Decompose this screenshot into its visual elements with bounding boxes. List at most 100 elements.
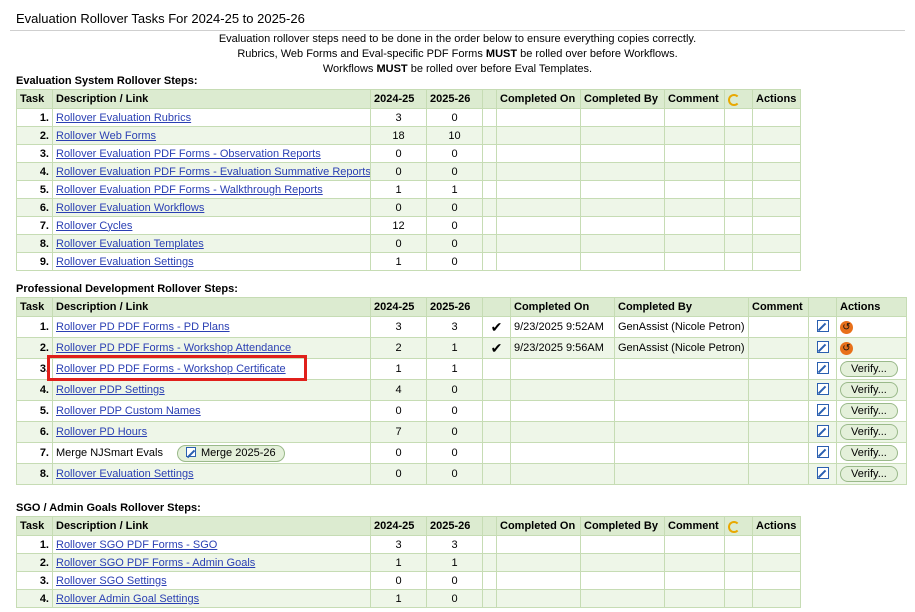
edit-comment-icon[interactable] — [816, 382, 829, 395]
rollover-link[interactable]: Rollover Evaluation PDF Forms - Observat… — [56, 148, 321, 160]
count-2024-25: 1 — [370, 553, 427, 572]
task-number: 1. — [16, 316, 53, 338]
eval-header-row: Task Description / Link 2024-25 2025-26 … — [16, 89, 801, 109]
table-row: 4. Rollover PDP Settings 4 0 Verify... — [16, 379, 907, 401]
edit-comment-icon[interactable] — [816, 403, 829, 416]
description-cell: Rollover Evaluation PDF Forms - Observat… — [52, 144, 371, 163]
col-task: Task — [16, 297, 53, 317]
undo-icon[interactable]: ↺ — [840, 320, 853, 334]
rollover-link[interactable]: Rollover SGO PDF Forms - SGO — [56, 539, 217, 551]
col-check — [482, 516, 497, 536]
count-2024-25: 3 — [370, 535, 427, 554]
table-row: 6. Rollover Evaluation Workflows 0 0 — [16, 198, 801, 217]
comment-cell — [664, 252, 725, 271]
verify-button[interactable]: Verify... — [840, 382, 898, 398]
google-cell — [724, 553, 753, 572]
google-icon — [728, 520, 740, 533]
rollover-link[interactable]: Rollover Evaluation Workflows — [56, 202, 204, 214]
google-cell — [724, 589, 753, 608]
completed-by-cell — [580, 234, 665, 253]
completed-on-cell: 9/23/2025 9:52AM — [510, 316, 615, 338]
description-cell: Rollover Evaluation PDF Forms - Evaluati… — [52, 162, 371, 181]
rollover-link[interactable]: Rollover Evaluation Settings — [56, 256, 194, 268]
edit-comment-icon[interactable] — [816, 445, 829, 458]
edit-comment-icon[interactable] — [816, 319, 829, 332]
completed-by-cell — [614, 442, 749, 464]
rollover-link[interactable]: Rollover Web Forms — [56, 130, 156, 142]
rollover-link[interactable]: Rollover PD PDF Forms - Workshop Attenda… — [56, 342, 291, 354]
table-row: 3. Rollover Evaluation PDF Forms - Observ… — [16, 144, 801, 163]
comment-cell — [748, 358, 809, 380]
rollover-link[interactable]: Rollover PD Hours — [56, 426, 147, 438]
comment-cell — [664, 198, 725, 217]
completed-by-cell — [580, 180, 665, 199]
table-row: 7. Rollover Cycles 12 0 — [16, 216, 801, 235]
rollover-link[interactable]: Rollover SGO PDF Forms - Admin Goals — [56, 557, 255, 569]
actions-cell — [752, 571, 801, 590]
rollover-link[interactable]: Rollover PD PDF Forms - PD Plans — [56, 321, 230, 333]
verify-button[interactable]: Verify... — [840, 403, 898, 419]
rollover-link[interactable]: Rollover SGO Settings — [56, 575, 167, 587]
actions-cell: Verify... — [836, 379, 907, 401]
description-cell: Rollover PD PDF Forms - Workshop Attenda… — [52, 337, 371, 359]
edit-comment-icon[interactable] — [816, 466, 829, 479]
completed-by-cell: GenAssist (Nicole Petron) — [614, 316, 749, 338]
edit-cell — [808, 316, 837, 338]
count-2024-25: 1 — [370, 589, 427, 608]
rollover-link[interactable]: Rollover Cycles — [56, 220, 132, 232]
completed-on-cell — [510, 358, 615, 380]
table-row: 8. Rollover Evaluation Settings 0 0 Verify..… — [16, 463, 907, 485]
actions-cell — [752, 144, 801, 163]
merge-button[interactable]: Merge 2025-26 — [176, 444, 285, 462]
description-cell: Rollover SGO PDF Forms - SGO — [52, 535, 371, 554]
col-completed-by: Completed By — [614, 297, 749, 317]
edit-cell — [808, 337, 837, 359]
count-2024-25: 0 — [370, 162, 427, 181]
description-cell: Rollover PD PDF Forms - PD Plans — [52, 316, 371, 338]
rollover-link[interactable]: Rollover Admin Goal Settings — [56, 593, 199, 605]
verify-button[interactable]: Verify... — [840, 445, 898, 461]
table-row: 3. Rollover PD PDF Forms - Workshop Certi… — [16, 358, 907, 380]
check-cell — [482, 198, 497, 217]
edit-comment-icon[interactable] — [816, 361, 829, 374]
check-cell — [482, 553, 497, 572]
task-number: 2. — [16, 553, 53, 572]
rollover-link[interactable]: Rollover Evaluation PDF Forms - Evaluati… — [56, 166, 370, 178]
edit-comment-icon[interactable] — [816, 340, 829, 353]
rollover-link[interactable]: Rollover Evaluation Rubrics — [56, 112, 191, 124]
completed-by-cell — [614, 400, 749, 422]
completed-on-cell: 9/23/2025 9:56AM — [510, 337, 615, 359]
rollover-link[interactable]: Rollover Evaluation Templates — [56, 238, 204, 250]
count-2025-26: 0 — [426, 571, 483, 590]
checkmark-icon — [482, 442, 511, 464]
rollover-link[interactable]: Rollover PDP Settings — [56, 384, 165, 396]
checkmark-icon — [482, 379, 511, 401]
task-number: 6. — [16, 421, 53, 443]
table-row: 2. Rollover PD PDF Forms - Workshop Atten… — [16, 337, 907, 359]
rollover-link[interactable]: Rollover PDP Custom Names — [56, 405, 201, 417]
actions-cell: Verify... — [836, 400, 907, 422]
rollover-link[interactable]: Rollover PD PDF Forms - Workshop Certifi… — [56, 363, 286, 375]
table-row: 2. Rollover SGO PDF Forms - Admin Goals 1 1 — [16, 553, 801, 572]
edit-comment-icon[interactable] — [816, 424, 829, 437]
completed-on-cell — [510, 463, 615, 485]
completed-on-cell — [510, 421, 615, 443]
verify-button[interactable]: Verify... — [840, 424, 898, 440]
comment-cell — [664, 571, 725, 590]
task-number: 1. — [16, 535, 53, 554]
actions-cell — [752, 252, 801, 271]
count-2025-26: 0 — [426, 162, 483, 181]
rollover-link[interactable]: Rollover Evaluation Settings — [56, 468, 194, 480]
count-2025-26: 1 — [426, 337, 483, 359]
description-cell: Rollover Cycles — [52, 216, 371, 235]
completed-on-cell — [510, 379, 615, 401]
verify-button[interactable]: Verify... — [840, 361, 898, 377]
check-cell — [482, 216, 497, 235]
verify-button[interactable]: Verify... — [840, 466, 898, 482]
actions-cell — [752, 535, 801, 554]
checkmark-icon — [482, 358, 511, 380]
col-check — [482, 89, 497, 109]
rollover-link[interactable]: Rollover Evaluation PDF Forms - Walkthro… — [56, 184, 323, 196]
undo-icon[interactable]: ↺ — [840, 341, 853, 355]
completed-by-cell — [580, 162, 665, 181]
